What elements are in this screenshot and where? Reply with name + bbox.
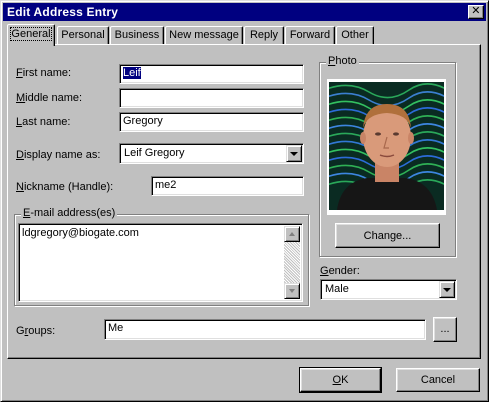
contact-photo (329, 82, 444, 210)
gender-value: Male (325, 283, 349, 295)
tab-reply[interactable]: Reply (244, 26, 284, 45)
nickname-value: me2 (155, 179, 177, 191)
change-photo-button[interactable]: Change... (335, 223, 440, 248)
tab-label: Business (114, 29, 160, 41)
groups-label: Groups: (16, 325, 56, 337)
email-entry[interactable]: ldgregory@biogate.com (22, 227, 139, 239)
close-icon[interactable]: ✕ (468, 5, 484, 19)
photo-frame (327, 79, 446, 215)
tab-business[interactable]: Business (110, 26, 164, 45)
chevron-down-icon[interactable] (286, 145, 302, 162)
first-name-value: Leif (123, 67, 141, 79)
ok-label-hotkey: O (332, 374, 342, 386)
display-name-label: Display name as: (16, 149, 101, 161)
email-list[interactable]: ldgregory@biogate.com (18, 223, 303, 302)
last-name-field[interactable]: Gregory (119, 112, 304, 132)
email-scrollbar[interactable] (284, 226, 300, 299)
edit-address-entry-dialog: Edit Address Entry ✕ General Personal Bu… (0, 0, 489, 402)
tab-forward[interactable]: Forward (285, 26, 335, 45)
middle-name-label: Middle name: (16, 92, 83, 104)
middle-name-field[interactable] (119, 88, 304, 108)
tab-label: General (10, 27, 52, 41)
last-name-value: Gregory (123, 115, 163, 127)
last-name-label: Last name: (16, 116, 71, 128)
gender-select[interactable]: Male (320, 279, 457, 300)
scroll-up-icon[interactable] (284, 226, 300, 242)
tab-personal[interactable]: Personal (57, 26, 109, 45)
groups-browse-button[interactable]: ... (433, 317, 457, 342)
chevron-down-icon[interactable] (439, 281, 455, 298)
nickname-field[interactable]: me2 (151, 176, 304, 196)
gender-label: Gender: (320, 265, 360, 277)
first-name-label: First name: (16, 67, 72, 79)
cancel-button[interactable]: Cancel (396, 368, 480, 392)
ok-label: K (341, 374, 349, 386)
scroll-down-icon[interactable] (284, 283, 300, 299)
first-name-field[interactable]: Leif (119, 64, 304, 84)
tab-label: Reply (249, 29, 279, 41)
email-legend: E-mail address(es) (21, 207, 118, 219)
tab-label: New message (169, 29, 239, 41)
ok-button[interactable]: OK (299, 367, 382, 393)
display-name-value: Leif Gregory (124, 147, 185, 159)
window-title: Edit Address Entry (7, 5, 119, 19)
tab-new-message[interactable]: New message (165, 26, 243, 45)
title-bar: Edit Address Entry ✕ (3, 3, 486, 21)
tab-label: Personal (61, 29, 105, 41)
groups-value: Me (108, 322, 124, 334)
groups-field[interactable]: Me (104, 319, 426, 340)
tab-other[interactable]: Other (336, 26, 374, 45)
tab-label: Forward (289, 29, 331, 41)
display-name-select[interactable]: Leif Gregory (119, 143, 304, 164)
nickname-label: Nickname (Handle): (16, 181, 114, 193)
photo-legend: Photo (326, 55, 359, 67)
tab-label: Other (341, 29, 369, 41)
tab-general[interactable]: General (7, 24, 55, 46)
